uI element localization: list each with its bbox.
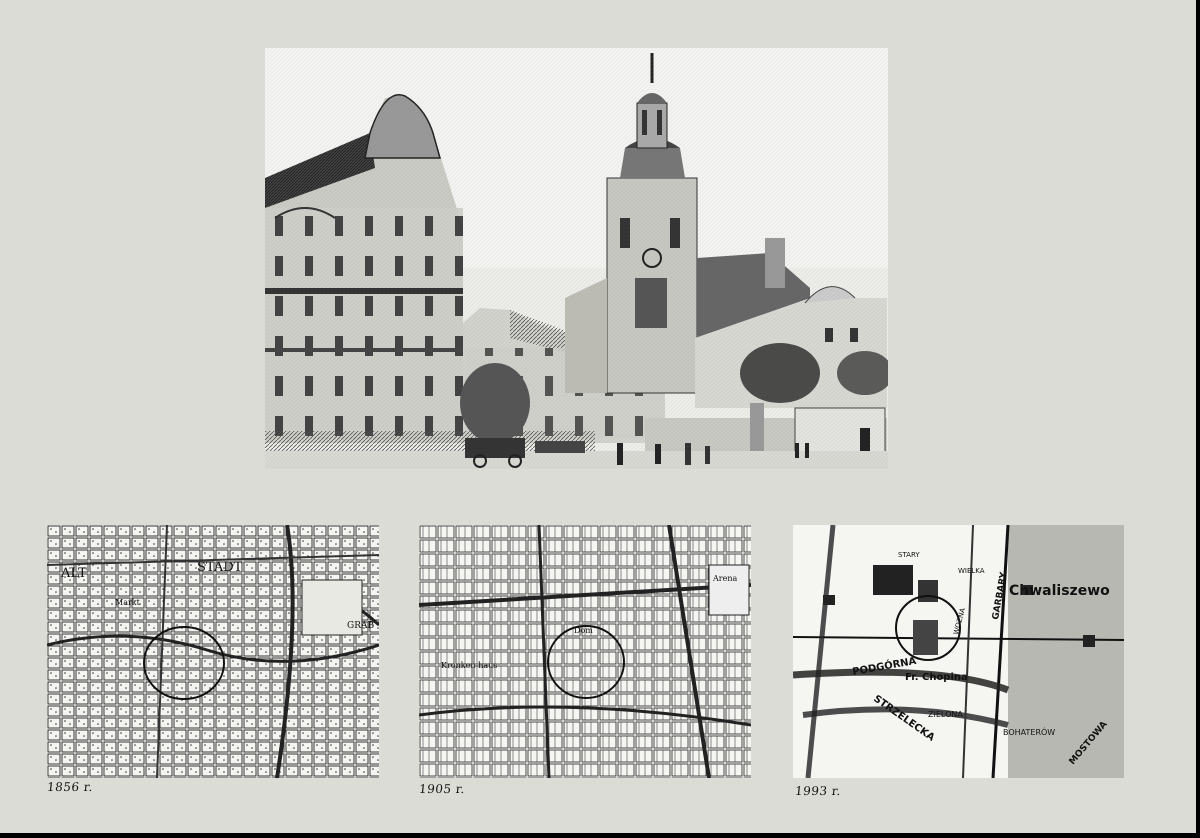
map-1905: Kronken-haus Dom Arena (419, 525, 751, 778)
map3-label-bohaterow: BOHATERÓW (1003, 726, 1055, 737)
map3-label-stary: STARY (898, 551, 920, 559)
map3-label-zielona: ZIELONA (928, 710, 963, 719)
map3-label-wielka: WIELKA (958, 567, 985, 575)
map3-label-chopina: Fr. Chopina (905, 672, 968, 683)
map1-label-markt: Markt (115, 598, 141, 607)
album-page: ALT STADT Markt GRAB Kronken-haus Dom Ar… (0, 0, 1196, 833)
church-and-college-engraving (265, 48, 888, 469)
map1-label-alt: ALT (60, 566, 87, 581)
map-1856: ALT STADT Markt GRAB (47, 525, 379, 778)
map1-label-stadt: STADT (197, 560, 243, 575)
map-1993: Chwaliszewo PODGÓRNA STRZELECKA Fr. Chop… (793, 525, 1124, 778)
map2-label-dom: Dom (574, 626, 593, 635)
map-caption-1905: 1905 r. (418, 782, 466, 796)
historic-photograph (265, 48, 888, 469)
map3-label-chwaliszewo: Chwaliszewo (1009, 583, 1110, 599)
map-caption-1993: 1993 r. (794, 784, 842, 798)
map2-label-arena: Arena (712, 574, 737, 583)
map1-label-grab: GRAB (347, 621, 374, 631)
map-caption-1856: 1856 r. (46, 780, 94, 794)
map2-label-kronkenhaus: Kronken-haus (441, 661, 497, 670)
